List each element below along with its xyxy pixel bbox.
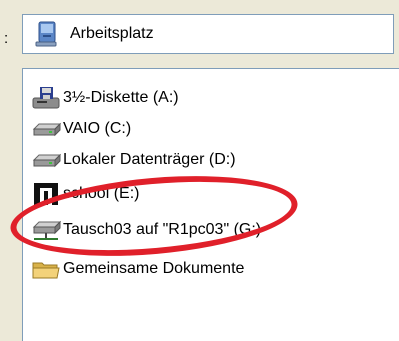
location-label: : xyxy=(4,30,9,47)
address-bar[interactable]: Arbeitsplatz xyxy=(22,14,394,54)
drive-list: 3½-Diskette (A:) VAIO (C:) Lokaler Daten… xyxy=(22,68,399,341)
folder-icon xyxy=(32,262,60,279)
my-computer-icon xyxy=(35,21,57,47)
drive-label: VAIO (C:) xyxy=(63,120,132,137)
folder-label: Gemeinsame Dokumente xyxy=(63,260,245,277)
removable-drive-icon xyxy=(34,183,58,205)
drive-label: Tausch03 auf "R1pc03" (G:) xyxy=(63,221,262,238)
folder-item-gemeinsame-dokumente[interactable]: Gemeinsame Dokumente xyxy=(31,256,244,282)
drive-label: 3½-Diskette (A:) xyxy=(63,89,179,106)
drive-label: Lokaler Datenträger (D:) xyxy=(63,151,236,168)
drive-label: school (E:) xyxy=(63,185,140,202)
drive-item-g[interactable]: Tausch03 auf "R1pc03" (G:) xyxy=(31,217,261,243)
network-drive-icon xyxy=(32,220,61,240)
hard-drive-icon xyxy=(32,153,61,168)
drive-item-d[interactable]: Lokaler Datenträger (D:) xyxy=(31,147,236,173)
address-bar-value: Arbeitsplatz xyxy=(70,25,154,42)
floppy-drive-icon xyxy=(32,87,60,109)
hard-drive-icon xyxy=(32,122,61,137)
drive-item-c[interactable]: VAIO (C:) xyxy=(31,116,131,142)
drive-item-e[interactable]: school (E:) xyxy=(31,181,139,207)
drive-item-a[interactable]: 3½-Diskette (A:) xyxy=(31,85,179,111)
